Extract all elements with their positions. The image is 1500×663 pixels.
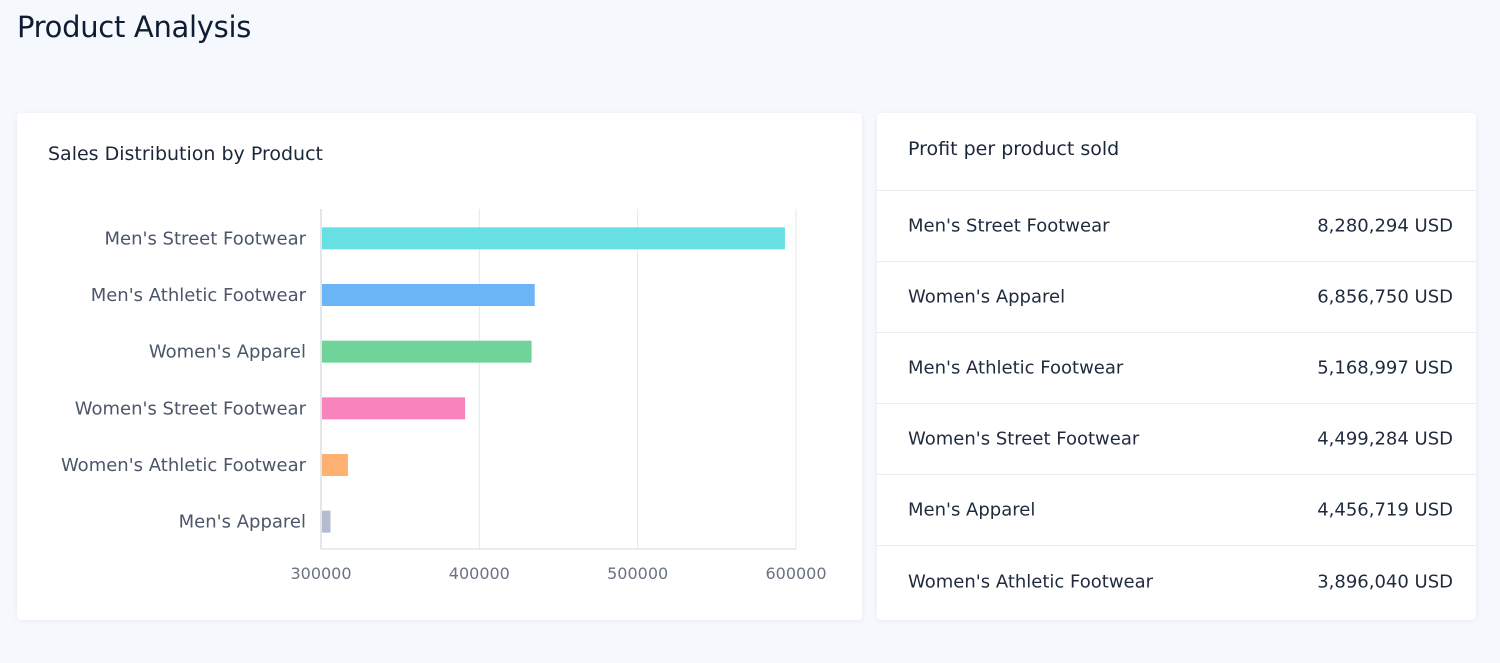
profit-row: Men's Apparel 4,456,719 USD [877, 475, 1476, 546]
profit-product-name: Men's Street Footwear [908, 215, 1110, 237]
profit-value: 4,499,284 USD [1317, 428, 1453, 450]
profit-product-name: Women's Athletic Footwear [908, 571, 1154, 592]
profit-list: Men's Street Footwear 8,280,294 USD Wome… [877, 191, 1476, 617]
profit-card-title: Profit per product sold [908, 138, 1120, 160]
page-title: Product Analysis [17, 10, 252, 44]
profit-row: Women's Athletic Footwear 3,896,040 USD [877, 546, 1476, 617]
profit-product-name: Women's Apparel [908, 286, 1066, 308]
bar [322, 284, 535, 306]
profit-row: Women's Street Footwear 4,499,284 USD [877, 404, 1476, 475]
sales-bar-chart: 300000 400000 500000 600000 Men's Street Foo… [61, 209, 827, 583]
bar [322, 340, 532, 363]
category-label: Men's Street Footwear [105, 228, 307, 249]
x-tick-label: 300000 [290, 564, 351, 583]
bar [322, 227, 785, 250]
sales-distribution-card: Sales Distribution by Product 300000 4000… [17, 113, 862, 620]
bar [322, 454, 348, 476]
category-label: Women's Athletic Footwear [61, 455, 307, 476]
profit-product-name: Women's Street Footwear [908, 428, 1140, 450]
profit-value: 8,280,294 USD [1317, 215, 1453, 237]
x-tick-label: 600000 [765, 564, 826, 583]
profit-value: 3,896,040 USD [1317, 571, 1453, 592]
profit-product-name: Men's Athletic Footwear [908, 357, 1124, 379]
profit-row: Men's Athletic Footwear 5,168,997 USD [877, 333, 1476, 404]
profit-product-name: Men's Apparel [908, 499, 1036, 521]
category-label: Women's Street Footwear [75, 398, 307, 419]
bar [322, 510, 331, 533]
category-label: Men's Apparel [179, 512, 306, 533]
profit-value: 4,456,719 USD [1317, 499, 1453, 521]
profit-row: Men's Street Footwear 8,280,294 USD [877, 191, 1476, 262]
x-tick-label: 500000 [607, 564, 668, 583]
profit-per-product-card: Profit per product sold Men's Street Foo… [877, 113, 1476, 620]
profit-value: 5,168,997 USD [1317, 357, 1453, 379]
category-label: Men's Athletic Footwear [91, 285, 307, 306]
category-label: Women's Apparel [149, 342, 306, 363]
profit-row: Women's Apparel 6,856,750 USD [877, 262, 1476, 333]
profit-value: 6,856,750 USD [1317, 286, 1453, 308]
x-tick-label: 400000 [449, 564, 510, 583]
bar [322, 397, 466, 420]
